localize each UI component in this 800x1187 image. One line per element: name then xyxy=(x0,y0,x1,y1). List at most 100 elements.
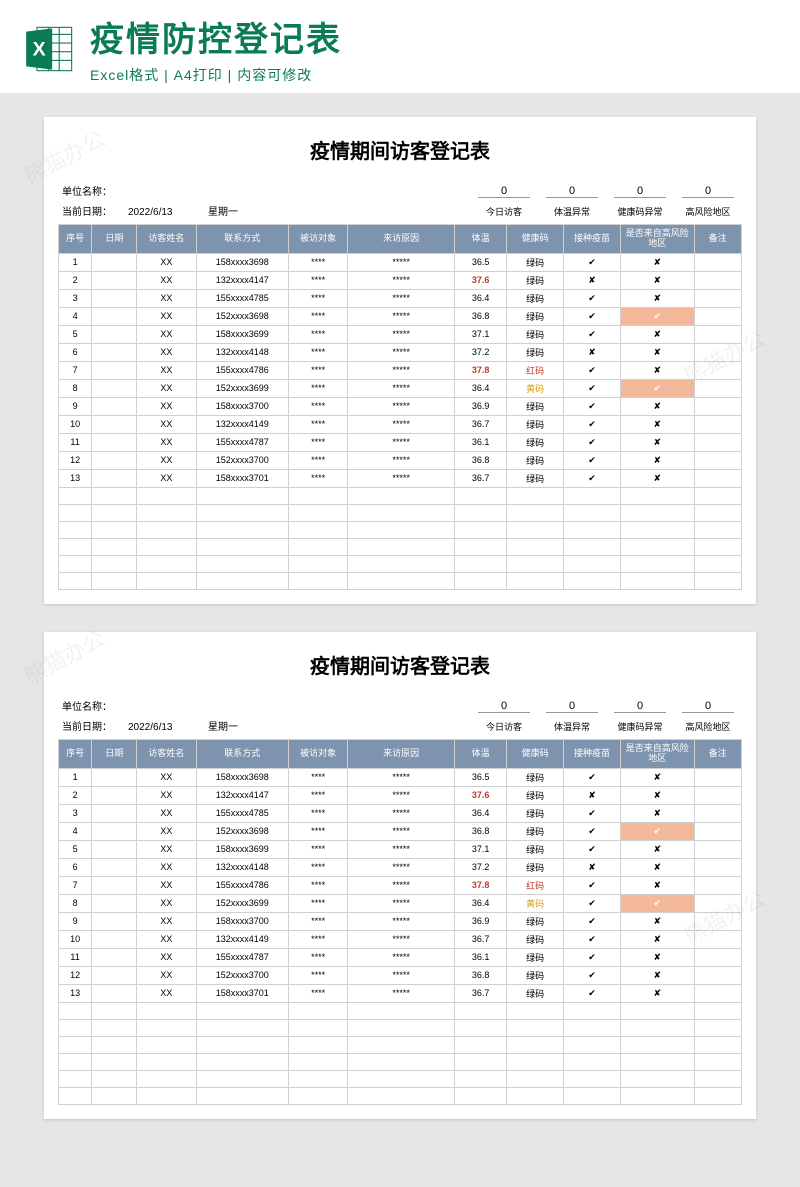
cell: 绿码 xyxy=(507,948,564,966)
table-row-empty xyxy=(59,1053,742,1070)
cell: ✘ xyxy=(620,469,694,487)
table-row: 13XX158xxxx3701*********36.7绿码✔✘ xyxy=(59,469,742,487)
cell: ✔ xyxy=(564,451,621,469)
table-row: 3XX155xxxx4785*********36.4绿码✔✘ xyxy=(59,289,742,307)
col-header: 访客姓名 xyxy=(137,739,196,768)
table-row-empty xyxy=(59,504,742,521)
cell: 4 xyxy=(59,822,92,840)
table-row: 5XX158xxxx3699*********37.1绿码✔✘ xyxy=(59,325,742,343)
stat-0: 0 xyxy=(470,700,538,713)
cell: 12 xyxy=(59,966,92,984)
cell xyxy=(92,379,137,397)
cell: ✘ xyxy=(620,804,694,822)
cell: ***** xyxy=(348,343,455,361)
banner-subtitle: Excel格式 | A4打印 | 内容可修改 xyxy=(90,65,776,85)
cell: XX xyxy=(137,840,196,858)
cell xyxy=(694,451,742,469)
cell: ***** xyxy=(348,433,455,451)
cell: 7 xyxy=(59,361,92,379)
cell xyxy=(92,307,137,325)
cell: 158xxxx3701 xyxy=(196,984,288,1002)
stat-1: 0 xyxy=(538,700,606,713)
cell: ✘ xyxy=(620,912,694,930)
cell: **** xyxy=(289,948,348,966)
cell: **** xyxy=(289,451,348,469)
weekday: 星期一 xyxy=(208,203,268,218)
cell xyxy=(694,433,742,451)
col-header: 来访原因 xyxy=(348,739,455,768)
cell: 绿码 xyxy=(507,768,564,786)
cell xyxy=(694,786,742,804)
stat-label-2: 健康码异常 xyxy=(606,718,674,733)
col-header: 备注 xyxy=(694,739,742,768)
cell: 152xxxx3698 xyxy=(196,307,288,325)
cell: 9 xyxy=(59,912,92,930)
cell: 36.7 xyxy=(455,930,507,948)
cell: ✘ xyxy=(620,253,694,271)
cell xyxy=(694,253,742,271)
cell: ***** xyxy=(348,469,455,487)
cell: **** xyxy=(289,804,348,822)
col-header: 健康码 xyxy=(507,739,564,768)
col-header: 被访对象 xyxy=(289,739,348,768)
cell xyxy=(92,343,137,361)
cell: 绿码 xyxy=(507,804,564,822)
cell xyxy=(694,822,742,840)
cell: ✘ xyxy=(620,966,694,984)
top-banner: X 疫情防控登记表 Excel格式 | A4打印 | 内容可修改 xyxy=(0,0,800,93)
cell: 绿码 xyxy=(507,451,564,469)
cell: 绿码 xyxy=(507,858,564,876)
cell: ✘ xyxy=(620,984,694,1002)
cell: XX xyxy=(137,984,196,1002)
stat-1: 0 xyxy=(538,185,606,198)
cell: ✘ xyxy=(620,415,694,433)
cell: 158xxxx3700 xyxy=(196,397,288,415)
cell: 152xxxx3699 xyxy=(196,894,288,912)
table-row-empty xyxy=(59,521,742,538)
stat-label-1: 体温异常 xyxy=(538,203,606,218)
table-row: 4XX152xxxx3698*********36.8绿码✔✔ xyxy=(59,307,742,325)
cell: ✘ xyxy=(620,930,694,948)
cell: 红码 xyxy=(507,361,564,379)
table-row: 5XX158xxxx3699*********37.1绿码✔✘ xyxy=(59,840,742,858)
col-header: 日期 xyxy=(92,739,137,768)
cell xyxy=(92,876,137,894)
table-row-empty xyxy=(59,1087,742,1104)
banner-title: 疫情防控登记表 xyxy=(90,12,776,61)
cell: 36.7 xyxy=(455,984,507,1002)
cell xyxy=(694,289,742,307)
cell: XX xyxy=(137,325,196,343)
cell: ✘ xyxy=(620,948,694,966)
cell: XX xyxy=(137,343,196,361)
cell: XX xyxy=(137,253,196,271)
cell: ✘ xyxy=(620,786,694,804)
date-value: 2022/6/13 xyxy=(128,722,208,733)
cell xyxy=(92,361,137,379)
table-row: 8XX152xxxx3699*********36.4黄码✔✔ xyxy=(59,379,742,397)
cell: ✔ xyxy=(620,379,694,397)
cell: **** xyxy=(289,984,348,1002)
cell: 155xxxx4786 xyxy=(196,876,288,894)
cell: ✔ xyxy=(564,307,621,325)
cell: **** xyxy=(289,894,348,912)
cell: XX xyxy=(137,307,196,325)
cell xyxy=(92,768,137,786)
cell: 37.6 xyxy=(455,271,507,289)
cell: ✘ xyxy=(620,768,694,786)
cell: 132xxxx4148 xyxy=(196,343,288,361)
cell: **** xyxy=(289,822,348,840)
cell: **** xyxy=(289,253,348,271)
cell xyxy=(92,325,137,343)
cell xyxy=(92,822,137,840)
cell: ***** xyxy=(348,894,455,912)
cell: 8 xyxy=(59,894,92,912)
cell: ✔ xyxy=(620,307,694,325)
col-header: 备注 xyxy=(694,225,742,254)
excel-icon: X xyxy=(24,23,76,75)
cell: 2 xyxy=(59,786,92,804)
cell xyxy=(694,415,742,433)
sheet-page-1: 疫情期间访客登记表单位名称：0000当前日期：2022/6/13星期一今日访客体… xyxy=(44,117,756,604)
cell: 132xxxx4149 xyxy=(196,415,288,433)
stat-label-0: 今日访客 xyxy=(470,718,538,733)
visitor-table: 序号日期访客姓名联系方式被访对象来访原因体温健康码接种疫苗是否来自高风险地区备注… xyxy=(58,739,742,1105)
